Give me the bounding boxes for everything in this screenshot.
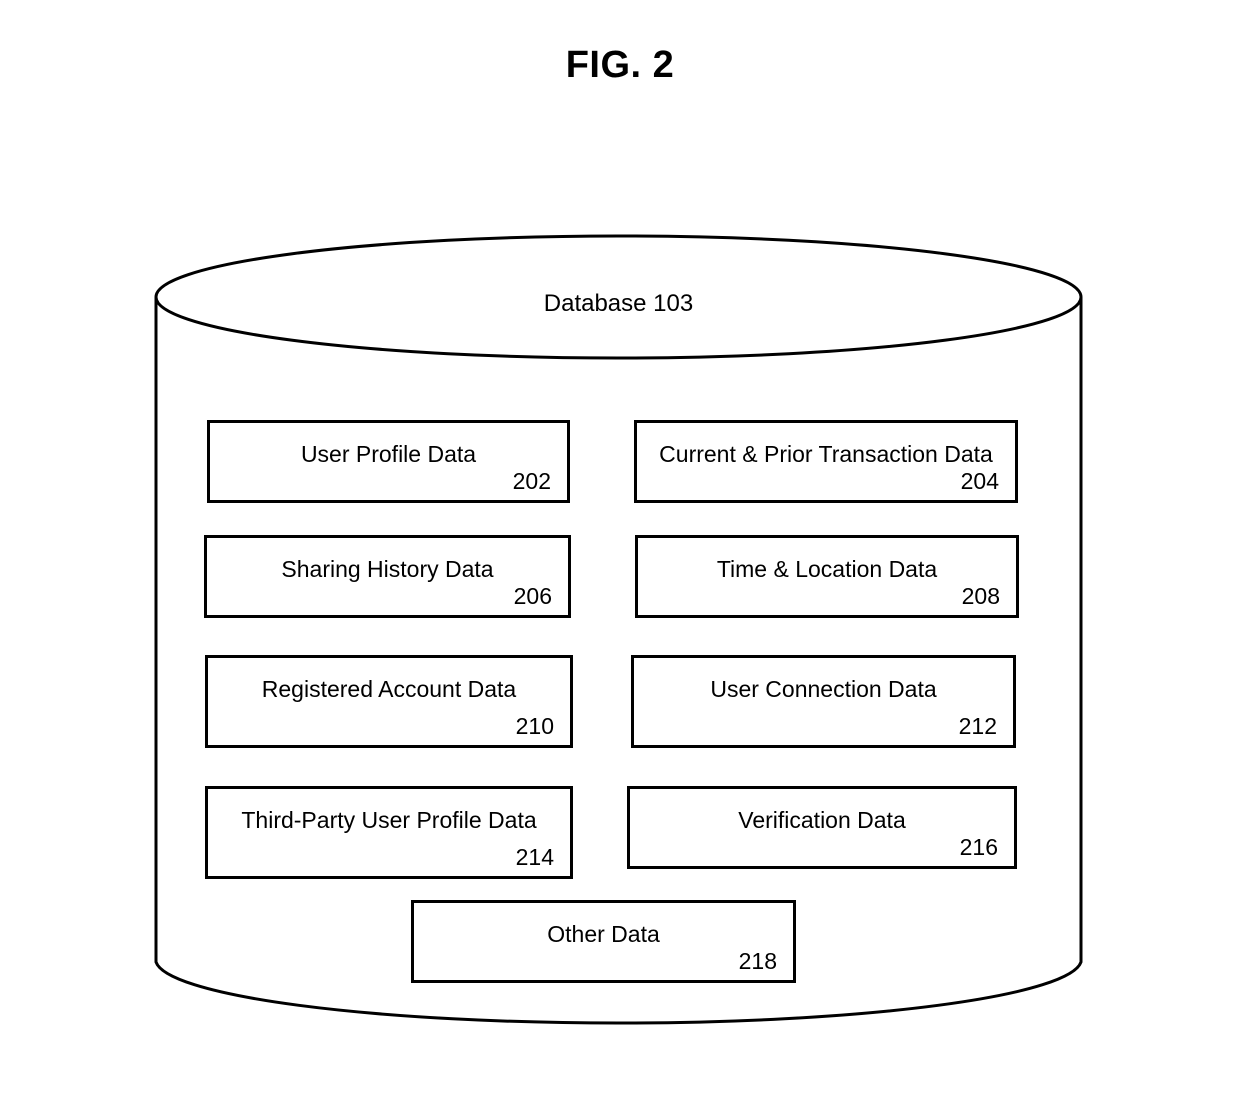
data-box-reference-number: 204	[960, 468, 999, 494]
data-box-sharing-history-data: Sharing History Data 206	[204, 535, 571, 618]
data-box-registered-account-data: Registered Account Data 210	[205, 655, 573, 748]
data-box-reference-number: 218	[738, 948, 777, 974]
data-box-label: Current & Prior Transaction Data	[659, 441, 993, 467]
data-box-reference-number: 206	[513, 583, 552, 609]
data-box-label: Other Data	[547, 921, 660, 947]
data-box-label: Third-Party User Profile Data	[241, 807, 537, 833]
data-box-verification-data: Verification Data 216	[627, 786, 1017, 869]
data-box-user-connection-data: User Connection Data 212	[631, 655, 1016, 748]
data-box-reference-number: 216	[959, 834, 998, 860]
data-box-label: Time & Location Data	[716, 556, 938, 582]
data-box-time-and-location-data: Time & Location Data 208	[635, 535, 1019, 618]
data-box-reference-number: 214	[515, 844, 554, 870]
data-box-label: User Connection Data	[710, 676, 937, 702]
data-box-label: Registered Account Data	[261, 676, 517, 702]
data-box-third-party-user-profile-data: Third-Party User Profile Data 214	[205, 786, 573, 879]
data-box-current-and-prior-transaction-data: Current & Prior Transaction Data 204	[634, 420, 1018, 503]
data-box-user-profile-data: User Profile Data 202	[207, 420, 570, 503]
data-box-label: Sharing History Data	[281, 556, 494, 582]
data-box-other-data: Other Data 218	[411, 900, 796, 983]
data-box-reference-number: 208	[961, 583, 1000, 609]
data-box-label: Verification Data	[738, 807, 906, 833]
data-box-reference-number: 212	[958, 713, 997, 739]
data-box-label: User Profile Data	[300, 441, 477, 467]
data-box-reference-number: 210	[515, 713, 554, 739]
data-box-reference-number: 202	[512, 468, 551, 494]
data-boxes-container: User Profile Data 202 Current & Prior Tr…	[0, 0, 1240, 1098]
